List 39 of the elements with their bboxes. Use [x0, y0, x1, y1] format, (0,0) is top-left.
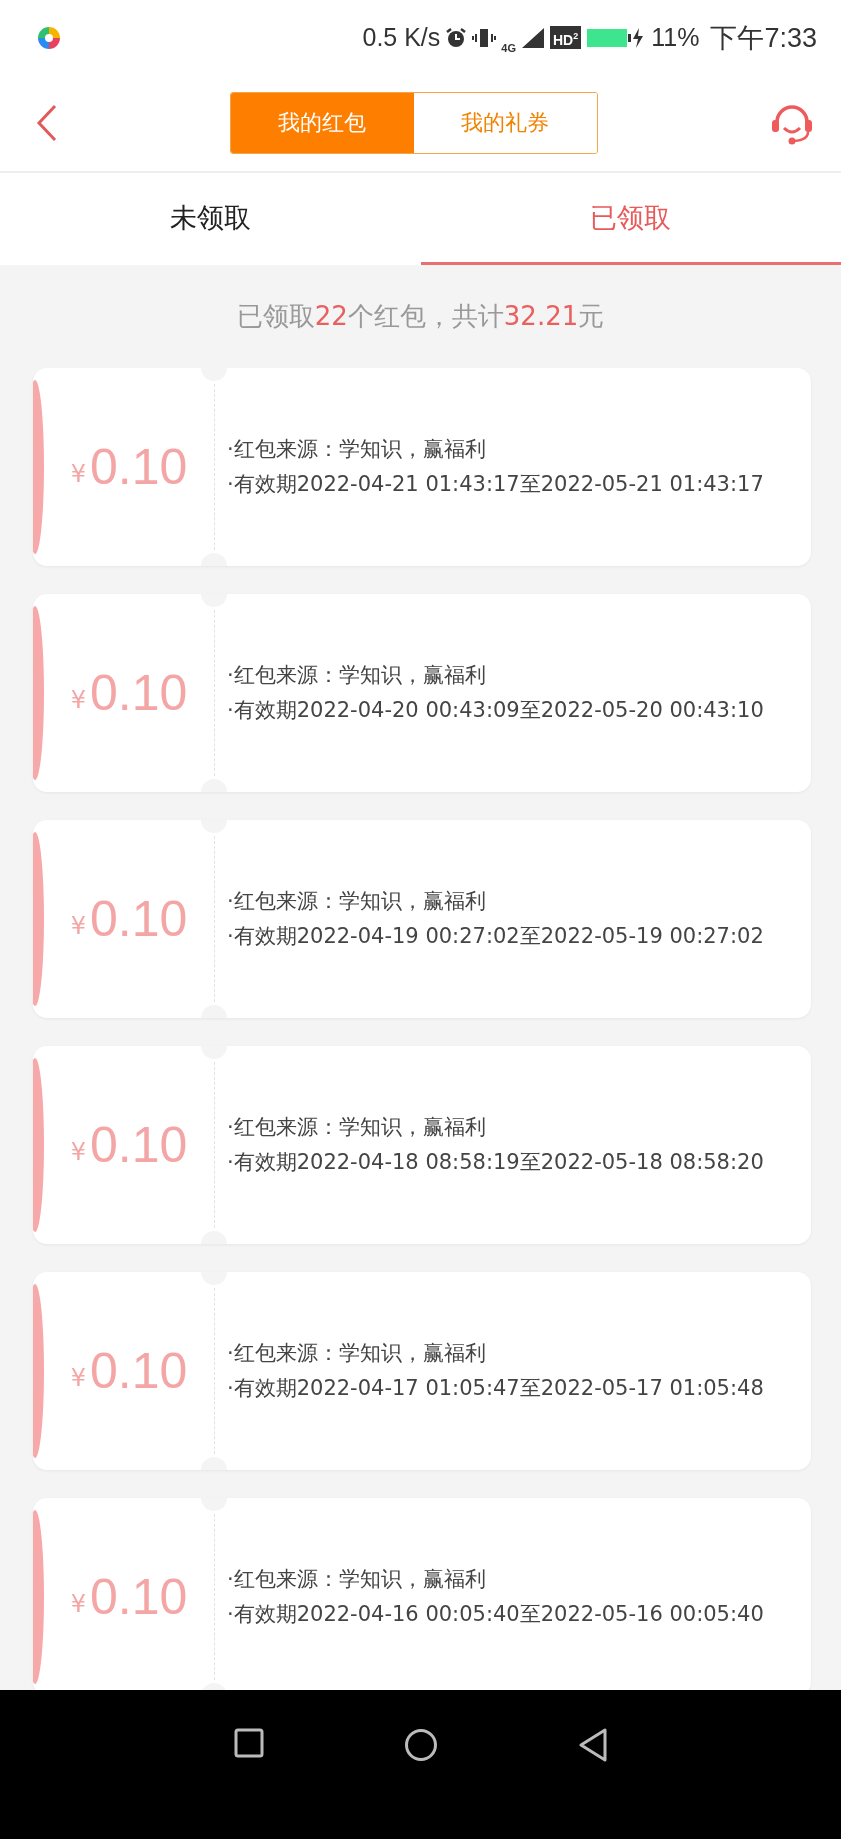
coupon-amount: 0.10: [89, 438, 188, 496]
coupon-amount: 0.10: [89, 1116, 188, 1174]
app-logo-icon: [36, 24, 62, 51]
network-speed: 0.5 K/s: [362, 23, 441, 52]
alarm-icon: [445, 26, 468, 49]
back-nav-icon[interactable]: [577, 1728, 608, 1762]
hd-label: HD$^{2}$: [550, 25, 582, 50]
coupon-amount: 0.10: [89, 664, 188, 722]
coupon-validity: ·有效期2022-04-18 08:58:19至2022-05-18 08:58:20: [227, 1149, 764, 1176]
coupon-amount: 0.10: [89, 1568, 188, 1626]
currency-symbol: ¥: [70, 460, 86, 488]
recents-icon[interactable]: [233, 1728, 264, 1758]
coupon-validity: ·有效期2022-04-17 01:05:47至2022-05-17 01:05:48: [227, 1375, 764, 1402]
coupon-source: ·红包来源：学知识，赢福利: [227, 662, 487, 689]
currency-symbol: ¥: [70, 1590, 86, 1618]
coupon-source: ·红包来源：学知识，赢福利: [227, 1114, 487, 1141]
coupon-amount: 0.10: [89, 890, 188, 948]
currency-symbol: ¥: [70, 1138, 86, 1166]
coupon-validity: ·有效期2022-04-16 00:05:40至2022-05-16 00:05:40: [227, 1601, 764, 1628]
coupon-validity: ·有效期2022-04-20 00:43:09至2022-05-20 00:43:10: [227, 697, 764, 724]
signal-icon: [521, 26, 545, 49]
segment-tab[interactable]: 我的红包: [230, 93, 414, 153]
coupon-source: ·红包来源：学知识，赢福利: [227, 888, 487, 915]
currency-symbol: ¥: [70, 1364, 86, 1392]
back-icon[interactable]: [36, 104, 58, 142]
vibrate-icon: [472, 26, 497, 49]
coupon-amount: 0.10: [89, 1342, 188, 1400]
currency-symbol: ¥: [70, 686, 86, 714]
coupon-validity: ·有效期2022-04-21 01:43:17至2022-05-21 01:43:17: [227, 471, 764, 498]
battery-percentage: 11%: [651, 23, 700, 52]
coupon-source: ·红包来源：学知识，赢福利: [227, 1340, 487, 1367]
summary-text: 已领取22个红包，共计32.21元: [236, 300, 605, 333]
coupon-validity: ·有效期2022-04-19 00:27:02至2022-05-19 00:27:02: [227, 923, 764, 950]
network-type: 4G: [501, 41, 516, 54]
home-icon[interactable]: [403, 1728, 438, 1762]
currency-symbol: ¥: [70, 912, 86, 940]
clock-time: 下午7:33: [710, 21, 817, 55]
coupon-source: ·红包来源：学知识，赢福利: [227, 436, 487, 463]
coupon-source: ·红包来源：学知识，赢福利: [227, 1566, 487, 1593]
